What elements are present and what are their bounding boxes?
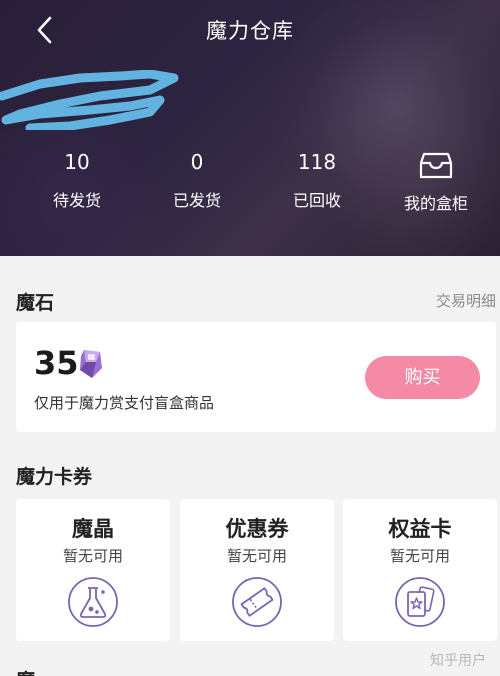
my-box-label: 我的盒柜	[403, 194, 468, 213]
coupon-name: 优惠券	[225, 517, 289, 541]
coupon-name: 权益卡	[388, 517, 452, 541]
page-title: 魔力仓库	[206, 19, 294, 43]
coupon-status: 暂无可用	[389, 547, 450, 565]
ticket-icon	[232, 577, 282, 627]
stat-recycled[interactable]: 118 已回收	[262, 150, 372, 211]
stat-recycled-value: 118	[297, 150, 337, 174]
magic-stone-title: 魔石	[16, 292, 55, 314]
magic-stone-card: 35 仅用于魔力赏支付盲盒商品 购买	[16, 322, 496, 432]
box-icon	[419, 152, 453, 179]
coupon-status: 暂无可用	[226, 547, 287, 565]
stat-recycled-label: 已回收	[292, 191, 341, 210]
header-banner: 魔力仓库 10 待发货 0 已发货 118 已回收 我的盒柜	[0, 0, 500, 256]
next-section-title: 魔	[16, 666, 35, 676]
coupon-status: 暂无可用	[62, 547, 123, 565]
flask-icon	[68, 577, 118, 627]
coupons-title: 魔力卡券	[16, 466, 93, 488]
stat-shipped[interactable]: 0 已发货	[142, 150, 252, 211]
magic-stone-description: 仅用于魔力赏支付盲盒商品	[34, 394, 215, 412]
transaction-details-link[interactable]: 交易明细	[436, 290, 496, 311]
redaction-scribble	[0, 70, 179, 130]
stat-pending-value: 10	[64, 150, 90, 174]
coupon-discount[interactable]: 优惠券 暂无可用	[180, 499, 334, 641]
coupon-benefit-card[interactable]: 权益卡 暂无可用	[343, 499, 497, 641]
stat-pending-label: 待发货	[52, 191, 101, 210]
my-box-cabinet[interactable]: 我的盒柜	[381, 150, 491, 214]
coupon-magic-crystal[interactable]: 魔晶 暂无可用	[16, 499, 170, 641]
star-card-icon	[395, 577, 445, 627]
magic-stone-gem-icon	[80, 350, 102, 378]
coupon-name: 魔晶	[72, 517, 114, 541]
stat-shipped-label: 已发货	[172, 191, 221, 210]
watermark: 知乎用户	[430, 653, 486, 669]
buy-button[interactable]: 购买	[365, 356, 480, 399]
stat-pending[interactable]: 10 待发货	[22, 150, 132, 211]
stat-shipped-value: 0	[190, 150, 204, 174]
magic-stone-amount: 35	[34, 344, 79, 382]
